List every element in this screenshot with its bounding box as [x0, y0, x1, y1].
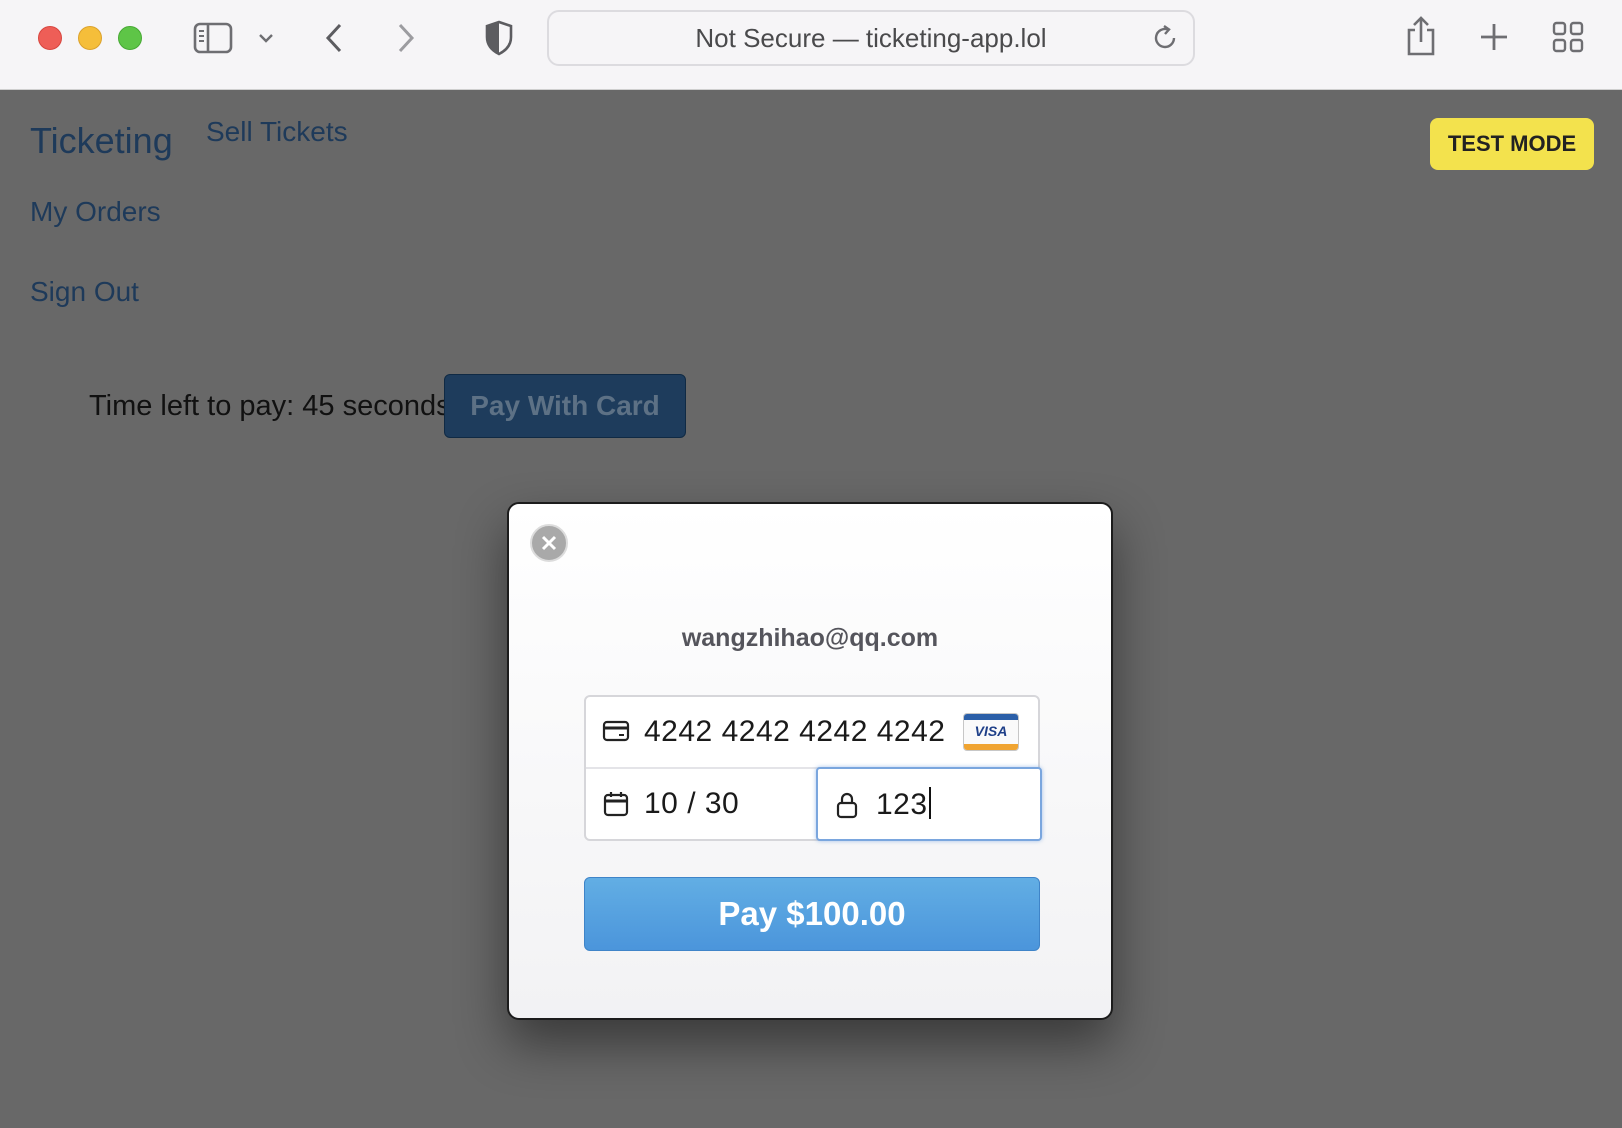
chevron-down-icon[interactable] — [256, 28, 276, 48]
nav-sign-out[interactable]: Sign Out — [30, 276, 139, 308]
visa-logo: VISA — [963, 713, 1019, 751]
cvc-value: 123 — [876, 787, 931, 822]
cvc-field[interactable]: 123 — [816, 767, 1042, 841]
share-icon[interactable] — [1404, 14, 1438, 58]
reload-icon[interactable] — [1153, 24, 1179, 59]
new-tab-icon[interactable] — [1478, 20, 1510, 54]
minimize-window-button[interactable] — [78, 26, 102, 50]
card-brand-label: VISA — [974, 723, 1008, 739]
lock-icon — [834, 791, 860, 824]
test-mode-badge: TEST MODE — [1430, 118, 1594, 170]
pay-button[interactable]: Pay $100.00 — [584, 877, 1040, 951]
card-number-field[interactable]: 4242 4242 4242 4242 VISA — [586, 697, 1038, 769]
close-window-button[interactable] — [38, 26, 62, 50]
expiry-value: 10 / 30 — [644, 787, 740, 820]
expiry-field[interactable]: 10 / 30 — [586, 769, 816, 841]
pay-with-card-button[interactable]: Pay With Card — [444, 374, 686, 438]
checkout-modal: wangzhihao@qq.com 4242 4242 4242 4242 VI… — [507, 502, 1113, 1020]
calendar-icon — [602, 791, 630, 822]
close-modal-button[interactable] — [530, 524, 568, 562]
brand-link[interactable]: Ticketing — [30, 120, 173, 162]
browser-toolbar: Not Secure — ticketing-app.lol — [0, 0, 1622, 90]
tab-overview-icon[interactable] — [1551, 20, 1585, 54]
forward-icon[interactable] — [392, 20, 420, 56]
nav-sell-tickets[interactable]: Sell Tickets — [206, 116, 348, 148]
url-text: Not Secure — ticketing-app.lol — [695, 22, 1047, 53]
privacy-shield-icon[interactable] — [483, 20, 515, 56]
card-number-value: 4242 4242 4242 4242 — [644, 715, 946, 748]
text-caret — [928, 787, 931, 819]
card-details-form: 4242 4242 4242 4242 VISA 10 / 30 123 — [584, 695, 1042, 841]
close-icon — [541, 535, 557, 551]
credit-card-icon — [602, 719, 630, 748]
time-left-text: Time left to pay: 45 seconds — [89, 390, 451, 422]
sidebar-icon[interactable] — [192, 20, 234, 56]
back-icon[interactable] — [320, 20, 348, 56]
nav-my-orders[interactable]: My Orders — [30, 196, 161, 228]
address-bar[interactable]: Not Secure — ticketing-app.lol — [547, 10, 1195, 66]
zoom-window-button[interactable] — [118, 26, 142, 50]
customer-email: wangzhihao@qq.com — [681, 624, 939, 652]
